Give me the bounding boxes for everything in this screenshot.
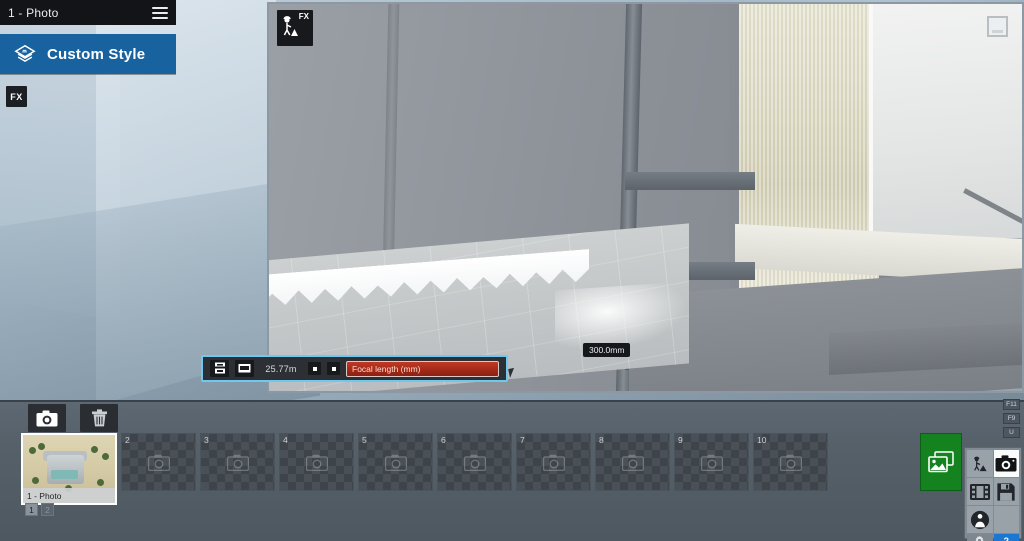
render-photos-button[interactable]	[920, 433, 962, 491]
camera-icon	[754, 434, 827, 490]
list-item[interactable]: 1 - Photo	[21, 433, 117, 505]
delete-photo-button[interactable]	[80, 404, 118, 432]
fkey-label: F9	[1007, 415, 1016, 422]
camera-icon	[122, 434, 195, 490]
sidebar-item-custom-style[interactable]: Custom Style	[0, 34, 176, 74]
scene-rail-upper	[625, 172, 755, 190]
mode-grid	[967, 450, 1019, 533]
viewport-3d[interactable]: FX	[267, 2, 1024, 393]
panel-title: 1 - Photo	[8, 5, 59, 20]
rendered-scene	[269, 4, 1022, 391]
floppy-disk-icon	[996, 482, 1016, 502]
film-strip-icon	[969, 483, 991, 501]
camera-icon	[280, 434, 353, 490]
photo-filmstrip[interactable]: 1 - Photo 2 3 4 5 6 7 8 9 10	[21, 433, 904, 505]
list-item[interactable]: 7	[516, 433, 591, 491]
mode-switch-panel: ?	[964, 447, 1022, 541]
focus-distance-decrement-button[interactable]	[308, 362, 321, 375]
camera-icon	[359, 434, 432, 490]
list-item-caption: 1 - Photo	[23, 488, 115, 503]
focus-plane-icon[interactable]	[235, 360, 254, 377]
effects-panel: 1 - Photo Custom Style FX	[0, 0, 176, 107]
page-tab-label: 1	[29, 504, 34, 515]
page-tab-2[interactable]: 2	[41, 503, 54, 516]
focal-length-slider[interactable]: Focal length (mm)	[346, 360, 499, 377]
viewport-fx-badge[interactable]: FX	[277, 10, 313, 46]
list-item[interactable]: 2	[121, 433, 196, 491]
photo-mode-button[interactable]	[993, 450, 1019, 477]
depth-of-field-icon[interactable]	[210, 360, 229, 377]
mode-cell-empty	[993, 506, 1019, 533]
scene-highlight-blob	[555, 281, 685, 353]
take-photo-button[interactable]	[28, 404, 66, 432]
focal-length-slider-label: Focal length (mm)	[352, 363, 421, 374]
settings-button[interactable]	[967, 534, 993, 541]
sidebar-item-label: Custom Style	[47, 45, 146, 63]
photos-stack-icon	[928, 451, 954, 473]
list-item[interactable]: 8	[595, 433, 670, 491]
save-button[interactable]	[993, 478, 1019, 505]
fkey-label: U	[1009, 429, 1014, 436]
help-button-label: ?	[1003, 535, 1010, 541]
fkey-button-f11[interactable]: F11	[1003, 399, 1020, 410]
fkey-button-f9[interactable]: F9	[1003, 413, 1020, 424]
camera-settings-toolbar[interactable]: 300.0mm 25.77m Focal length (mm)	[201, 343, 631, 382]
viewport-fx-label: FX	[298, 12, 309, 21]
page-tab-label: 2	[45, 504, 50, 515]
list-item[interactable]: 10	[753, 433, 828, 491]
camera-icon	[596, 434, 669, 490]
hamburger-icon[interactable]	[152, 6, 168, 19]
camera-icon	[517, 434, 590, 490]
camera-icon	[995, 455, 1017, 472]
list-item[interactable]: 5	[358, 433, 433, 491]
fx-chip-button[interactable]: FX	[6, 86, 27, 107]
build-mode-button[interactable]	[967, 450, 993, 477]
effects-panel-header: 1 - Photo	[0, 0, 176, 25]
focal-length-tooltip: 300.0mm	[583, 343, 631, 357]
minimize-box-icon[interactable]	[987, 16, 1008, 37]
mode-panel-footer: ?	[967, 534, 1019, 541]
gear-icon	[974, 535, 985, 541]
focus-distance-value[interactable]: 25.77m	[260, 364, 302, 374]
panorama-mode-button[interactable]	[967, 506, 993, 533]
help-button[interactable]: ?	[993, 534, 1019, 541]
camera-icon	[675, 434, 748, 490]
construction-worker-icon	[970, 454, 990, 474]
fkey-label: F11	[1006, 401, 1017, 408]
photo-mode-bottom-bar: 1 - Photo 2 3 4 5 6 7 8 9 10 1 2	[0, 400, 1024, 541]
fkey-button-u[interactable]: U	[1003, 427, 1020, 438]
person-sphere-icon	[970, 510, 990, 530]
list-item[interactable]: 4	[279, 433, 354, 491]
list-item[interactable]: 9	[674, 433, 749, 491]
filmstrip-page-tabs[interactable]: 1 2	[25, 503, 54, 516]
movie-mode-button[interactable]	[967, 478, 993, 505]
camera-icon	[201, 434, 274, 490]
function-key-strip: F11 F9 U	[1003, 399, 1020, 438]
filmstrip-tools	[28, 404, 118, 432]
fx-chip-label: FX	[10, 91, 23, 102]
list-item[interactable]: 3	[200, 433, 275, 491]
scene-window-pane	[869, 4, 1022, 238]
focus-distance-increment-button[interactable]	[327, 362, 340, 375]
layers-style-icon	[14, 43, 36, 65]
page-tab-1[interactable]: 1	[25, 503, 38, 516]
list-item[interactable]: 6	[437, 433, 512, 491]
camera-icon	[438, 434, 511, 490]
